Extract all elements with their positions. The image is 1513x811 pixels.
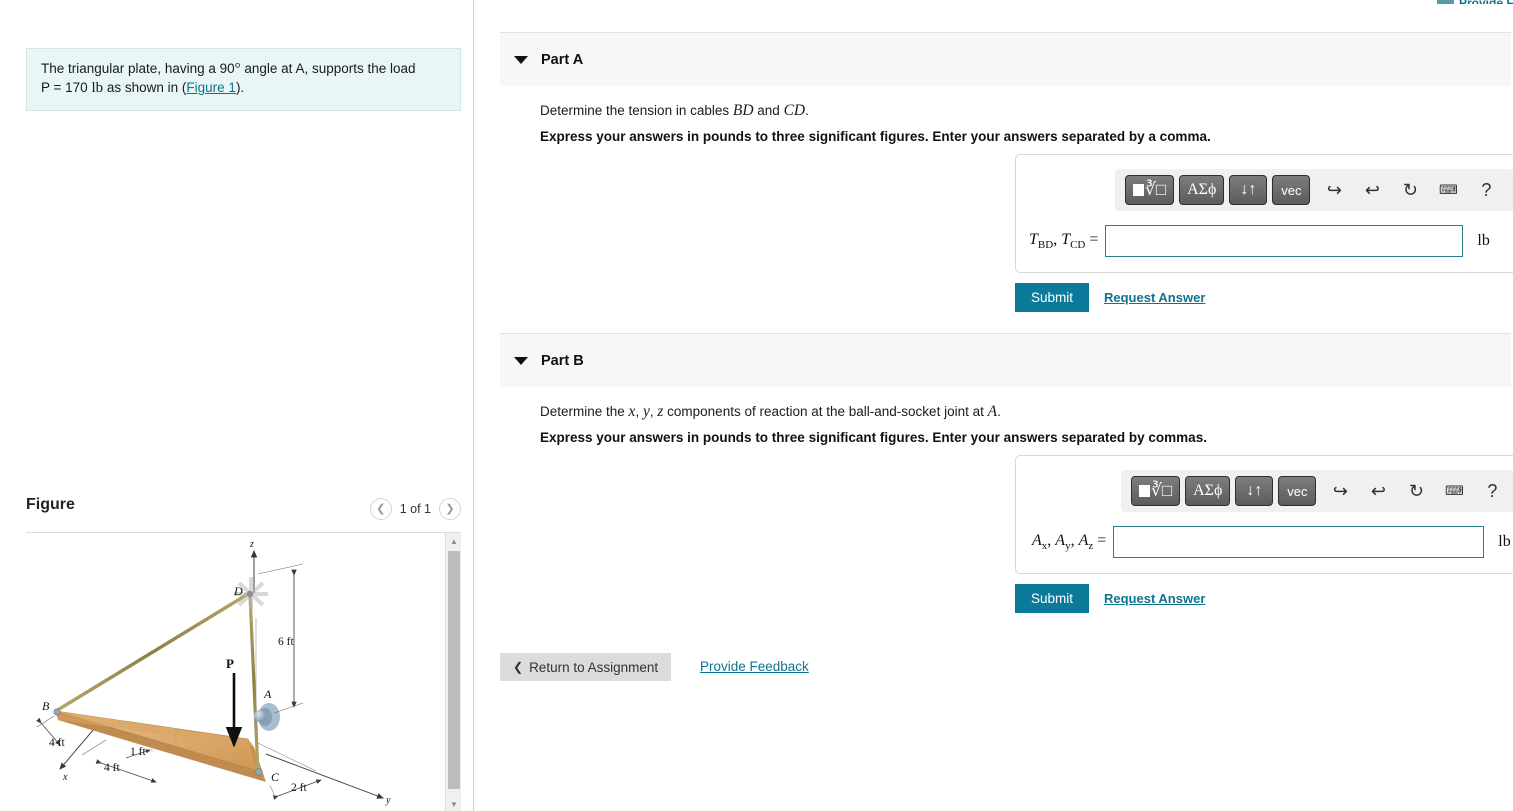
part-a-answer-input[interactable] bbox=[1105, 225, 1464, 257]
axis-label-x: x bbox=[62, 772, 68, 783]
greek-symbols-button[interactable]: ΑΣϕ bbox=[1185, 476, 1231, 506]
unit-lb: lb bbox=[91, 80, 104, 97]
chevron-left-icon: ❮ bbox=[513, 660, 524, 674]
figure-dim-4ft-left: 4 ft bbox=[49, 737, 65, 749]
part-b-field-row: Ax, Ay, Az = lb bbox=[1032, 526, 1511, 558]
keyboard-icon[interactable]: ⌨ bbox=[1437, 476, 1471, 506]
redo-arrow-icon[interactable]: ↩ bbox=[1355, 175, 1389, 205]
help-question-icon[interactable]: ? bbox=[1475, 476, 1509, 506]
vector-button[interactable]: vec bbox=[1272, 175, 1311, 205]
part-b-prompt-post: . bbox=[997, 404, 1001, 419]
figure-dim-4ft-bottom: 4 ft bbox=[104, 762, 120, 774]
figure-dim-1ft: 1 ft bbox=[130, 746, 146, 758]
part-a-prompt-pre: Determine the tension in cables bbox=[540, 103, 733, 118]
figure-dim-6ft: 6 ft bbox=[278, 636, 294, 648]
axis-label-z: z bbox=[249, 539, 254, 550]
right-panel: Part A Determine the tension in cables B… bbox=[475, 0, 1513, 811]
left-panel: The triangular plate, having a 90° angle… bbox=[0, 0, 474, 811]
question-text-5: as shown in ( bbox=[103, 80, 187, 96]
part-b-prompt-mid: components of reaction at the ball-and-s… bbox=[663, 404, 988, 419]
part-b-title: Part B bbox=[541, 352, 584, 369]
question-text-1: The triangular plate, having a 90 bbox=[41, 61, 235, 76]
figure-next-button[interactable]: ❯ bbox=[439, 498, 461, 520]
part-a-field-row: TBD, TCD = lb bbox=[1029, 225, 1490, 257]
part-a-prompt: Determine the tension in cables BD and C… bbox=[540, 102, 809, 120]
part-b-var-a: A bbox=[987, 403, 998, 420]
part-b-answer-box: ∛□ ΑΣϕ ↓↑ vec ↪ ↩ ↻ ⌨ ? Ax, Ay, Az = lb bbox=[1015, 455, 1513, 574]
part-a-request-answer-link[interactable]: Request Answer bbox=[1104, 290, 1205, 305]
question-text-6: ). bbox=[235, 80, 245, 96]
part-a-header[interactable]: Part A bbox=[500, 32, 1511, 86]
redo-arrow-icon[interactable]: ↩ bbox=[1361, 476, 1395, 506]
figure-1-link[interactable]: Figure 1 bbox=[186, 80, 236, 95]
figure-prev-button[interactable]: ❮ bbox=[369, 498, 392, 520]
reset-circle-icon[interactable]: ↻ bbox=[1399, 476, 1433, 506]
part-b-prompt-pre: Determine the bbox=[540, 404, 629, 419]
question-text-2: angle at bbox=[240, 61, 296, 76]
caret-down-icon[interactable] bbox=[514, 55, 528, 64]
scroll-up-icon[interactable]: ▲ bbox=[446, 533, 461, 549]
part-a-prompt-mid: and bbox=[753, 103, 784, 118]
page-root: Provide Feedback The triangular plate, h… bbox=[0, 0, 1513, 811]
sqrt-template-button[interactable]: ∛□ bbox=[1125, 175, 1175, 205]
part-a-instruction: Express your answers in pounds to three … bbox=[540, 129, 1211, 144]
figure-page-label: 1 of 1 bbox=[399, 502, 431, 516]
part-a-toolbar: ∛□ ΑΣϕ ↓↑ vec ↪ ↩ ↻ ⌨ ? bbox=[1115, 169, 1513, 211]
updown-arrows-button[interactable]: ↓↑ bbox=[1229, 175, 1268, 205]
part-b-field-label: Ax, Ay, Az = bbox=[1032, 531, 1107, 553]
figure-scrollbar[interactable]: ▲ ▼ bbox=[445, 533, 461, 811]
figure-label-C: C bbox=[271, 770, 280, 784]
sqrt-template-button[interactable]: ∛□ bbox=[1131, 476, 1181, 506]
part-a-title: Part A bbox=[541, 51, 584, 68]
figure-title: Figure bbox=[26, 496, 75, 513]
axis-label-y: y bbox=[385, 795, 391, 806]
undo-arrow-icon[interactable]: ↪ bbox=[1323, 476, 1357, 506]
help-question-icon[interactable]: ? bbox=[1469, 175, 1503, 205]
question-text-4: = 170 bbox=[49, 80, 92, 96]
question-statement: The triangular plate, having a 90° angle… bbox=[26, 48, 461, 112]
part-b-instruction: Express your answers in pounds to three … bbox=[540, 430, 1207, 445]
figure-label-A: A bbox=[263, 687, 272, 701]
part-b-var-y: y bbox=[642, 403, 650, 420]
reset-circle-icon[interactable]: ↻ bbox=[1393, 175, 1427, 205]
greek-symbols-button[interactable]: ΑΣϕ bbox=[1179, 175, 1225, 205]
part-a-var-cd: CD bbox=[783, 102, 806, 119]
figure-label-D: D bbox=[233, 584, 243, 598]
part-a-unit: lb bbox=[1477, 232, 1490, 249]
caret-down-icon[interactable] bbox=[514, 356, 528, 365]
provide-feedback-link[interactable]: Provide Feedback bbox=[700, 659, 809, 674]
part-b-request-answer-link[interactable]: Request Answer bbox=[1104, 591, 1205, 606]
part-b-comma-1: , bbox=[635, 404, 643, 419]
updown-arrows-button[interactable]: ↓↑ bbox=[1235, 476, 1274, 506]
figure-dim-2ft: 2 ft bbox=[291, 782, 307, 794]
part-b-header[interactable]: Part B bbox=[500, 333, 1511, 387]
undo-arrow-icon[interactable]: ↪ bbox=[1317, 175, 1351, 205]
question-text-3: , supports the load bbox=[304, 61, 416, 76]
return-to-assignment-button[interactable]: ❮ Return to Assignment bbox=[500, 653, 672, 681]
figure-pager: ❮ 1 of 1 ❯ bbox=[369, 498, 461, 520]
keyboard-icon[interactable]: ⌨ bbox=[1431, 175, 1465, 205]
part-a-submit-button[interactable]: Submit bbox=[1015, 283, 1090, 312]
part-b-toolbar: ∛□ ΑΣϕ ↓↑ vec ↪ ↩ ↻ ⌨ ? bbox=[1121, 470, 1513, 512]
figure-diagram: z y x P 6 ft D B A C 4 ft 1 ft 4 ft 2 ft bbox=[36, 539, 391, 806]
part-b-unit: lb bbox=[1498, 533, 1511, 550]
part-a-var-bd: BD bbox=[732, 102, 754, 119]
scroll-down-icon[interactable]: ▼ bbox=[446, 796, 461, 811]
part-a-field-label: TBD, TCD = bbox=[1029, 230, 1099, 252]
part-b-prompt: Determine the x, y, z components of reac… bbox=[540, 403, 1001, 421]
figure-label-B: B bbox=[42, 699, 50, 713]
return-to-assignment-label: Return to Assignment bbox=[529, 659, 659, 675]
vector-button[interactable]: vec bbox=[1278, 476, 1317, 506]
figure-label-P: P bbox=[226, 656, 234, 671]
figure-header: Figure ❮ 1 of 1 ❯ bbox=[26, 496, 461, 528]
figure-area: z y x P 6 ft D B A C 4 ft 1 ft 4 ft 2 ft… bbox=[26, 532, 461, 811]
var-P: P bbox=[41, 80, 50, 96]
part-a-answer-box: ∛□ ΑΣϕ ↓↑ vec ↪ ↩ ↻ ⌨ ? TBD, TCD = lb bbox=[1015, 154, 1513, 273]
part-b-answer-input[interactable] bbox=[1113, 526, 1485, 558]
scrollbar-thumb[interactable] bbox=[448, 551, 460, 789]
part-b-submit-button[interactable]: Submit bbox=[1015, 584, 1090, 613]
part-a-prompt-post: . bbox=[805, 103, 809, 118]
